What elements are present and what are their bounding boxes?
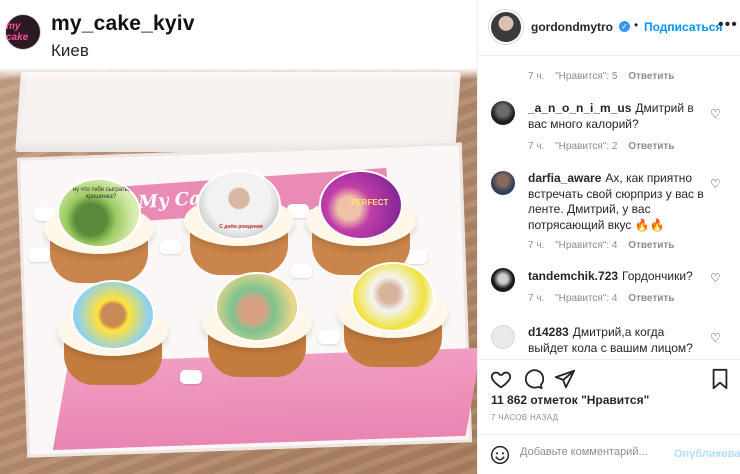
publish-button[interactable]: Опубликовать [674,448,740,460]
header-avatar[interactable] [491,12,521,42]
cupcake: С днём рождения [184,170,294,280]
emoji-smile-icon[interactable] [490,445,510,465]
header-username[interactable]: gordondmytro [531,20,613,34]
topper-caption: ну что тебе сыграть, кришинка? [72,187,130,200]
post-location[interactable]: Киев [51,41,89,61]
cupcake-topper [351,262,435,332]
more-options-icon[interactable]: ••• [718,16,738,34]
comment-time: 7 ч. [528,240,545,251]
comment-meta: 7 ч. "Нравится": 4 Ответить [528,240,682,251]
likes-count[interactable]: 11 862 отметок "Нравится" [491,393,649,407]
post-sidebar: gordondmytro ✓ • Подписаться ••• 7 ч. "Н… [477,0,740,474]
author-username[interactable]: my_cake_kyiv [51,12,195,36]
commenter-avatar[interactable] [491,268,515,292]
commenter-avatar[interactable] [491,171,515,195]
cupcake-topper: PERFECT [319,170,403,240]
comment-bubble-icon[interactable] [522,368,544,390]
comment-likes[interactable]: "Нравится": 4 [555,293,617,304]
commenter-username[interactable]: _a_n_o_n_i_m_us [528,101,631,115]
cupcake [58,280,168,390]
reply-button[interactable]: Ответить [628,293,674,304]
cupcake [338,262,448,372]
reply-button[interactable]: Ответить [628,71,674,82]
like-heart-icon[interactable] [490,368,512,390]
cupcake-topper [215,272,299,342]
like-heart-icon[interactable]: ♡ [710,177,721,191]
reply-button[interactable]: Ответить [628,240,674,251]
comment-text: tandemchik.723 Гордончики? [528,269,708,285]
commenter-avatar[interactable] [491,325,515,349]
like-heart-icon[interactable]: ♡ [710,107,721,121]
topper-caption: PERFECT [351,198,389,207]
marshmallow [318,330,340,344]
comment-text: darfia_aware Ах, как приятно встречать св… [528,171,708,233]
box-lid [15,72,461,152]
header-separator: • [634,18,639,32]
commenter-username[interactable]: d14283 [528,325,569,339]
post-photo: My Cake ну что тебе сыграть, кришинка? С… [0,0,477,474]
topper-caption: С днём рождения [219,224,263,230]
comments-list[interactable]: 7 ч. "Нравится": 5 Ответить _a_n_o_n_i_m… [478,57,740,359]
cupcake-topper [71,280,155,350]
commenter-username[interactable]: tandemchik.723 [528,269,618,283]
comment-time: 7 ч. [528,293,545,304]
comment-meta: 7 ч. "Нравится": 2 Ответить [528,141,682,152]
commenter-username[interactable]: darfia_aware [528,171,601,185]
comment-likes[interactable]: "Нравится": 5 [555,71,617,82]
post-author-block: my cake my_cake_kyiv Киев [0,0,300,72]
comment-input[interactable] [520,446,670,458]
comment-text: _a_n_o_n_i_m_us Дмитрий в вас много калор… [528,101,708,132]
post-timestamp: 7 ЧАСОВ НАЗАД [491,413,559,422]
action-bar [478,359,740,397]
verified-badge-icon: ✓ [619,21,630,32]
author-avatar-logo: my cake [6,21,29,43]
comment-meta: 7 ч. "Нравится": 5 Ответить [528,71,682,82]
cupcake: ну что тебе сыграть, кришинка? [44,178,154,288]
marshmallow [180,370,202,384]
cupcake-topper: ну что тебе сыграть, кришинка? [57,178,141,248]
cupcake [202,272,312,382]
reply-button[interactable]: Ответить [628,141,674,152]
share-send-icon[interactable] [554,368,576,390]
marshmallow [160,240,182,254]
comment-likes[interactable]: "Нравится": 4 [555,240,617,251]
like-heart-icon[interactable]: ♡ [710,331,721,345]
follow-button[interactable]: Подписаться [644,20,722,34]
author-avatar[interactable]: my cake [5,14,41,50]
comment-meta: 7 ч. "Нравится": 4 Ответить [528,293,682,304]
comment-time: 7 ч. [528,141,545,152]
save-bookmark-icon[interactable] [710,368,730,390]
comment-likes[interactable]: "Нравится": 2 [555,141,617,152]
like-heart-icon[interactable]: ♡ [710,271,721,285]
sidebar-header: gordondmytro ✓ • Подписаться ••• [478,0,740,56]
add-comment-bar: Опубликовать [478,434,740,474]
cupcake-topper: С днём рождения [197,170,281,240]
commenter-avatar[interactable] [491,101,515,125]
comment-text: d14283 Дмитрий,а когда выйдет кола с ваши… [528,325,708,356]
comment-time: 7 ч. [528,71,545,82]
comment-body: Гордончики? [622,269,693,283]
